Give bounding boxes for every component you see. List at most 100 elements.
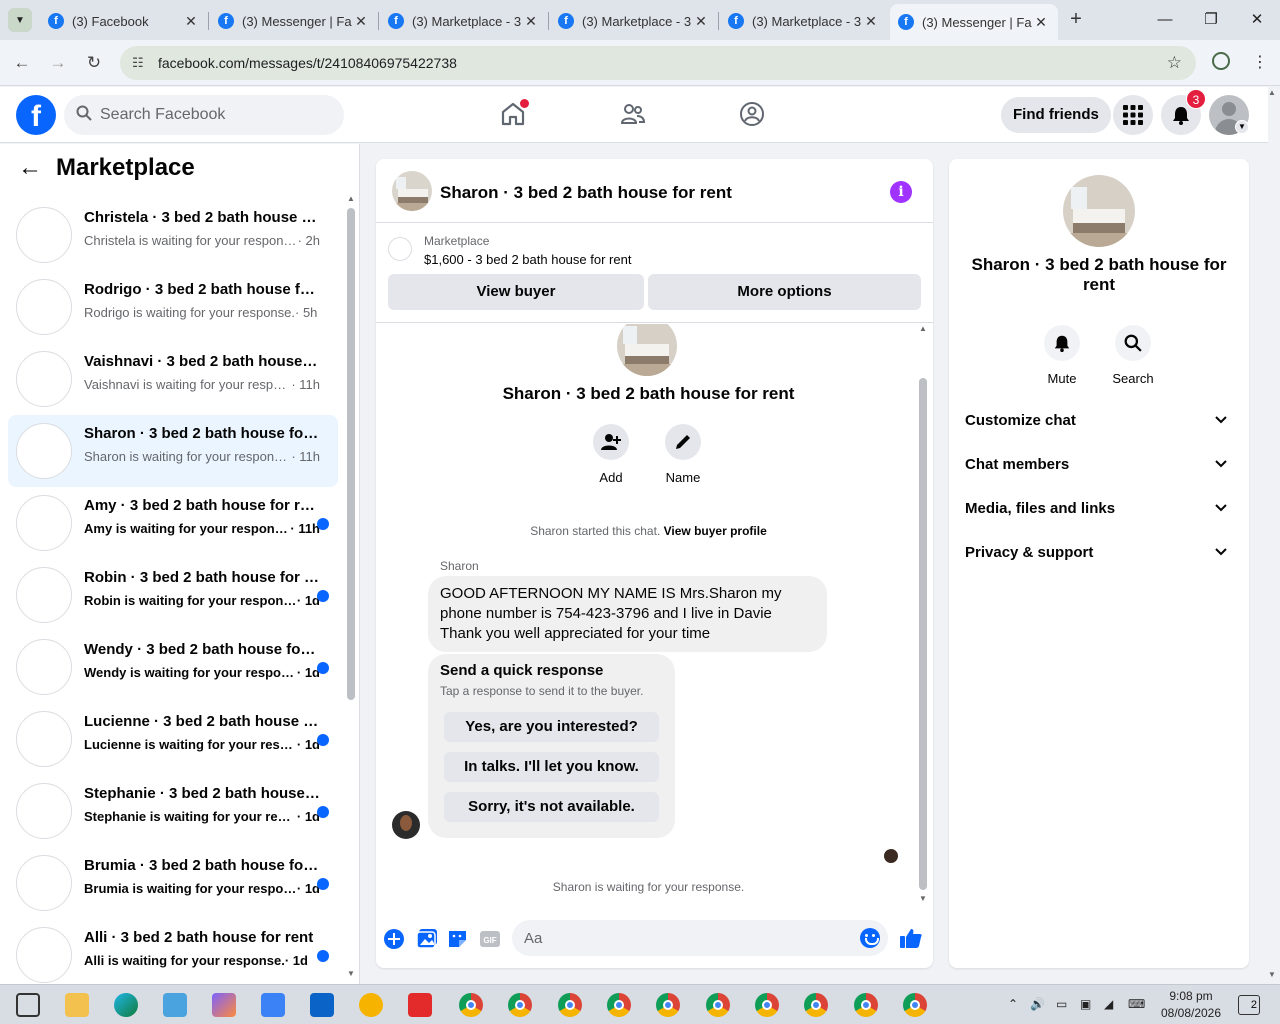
message-scrollbar[interactable] [919, 378, 927, 890]
search-in-chat-button[interactable]: Search [1103, 325, 1163, 386]
sticker-icon[interactable] [447, 928, 469, 950]
reload-icon[interactable]: ↻ [82, 51, 106, 75]
close-tab-icon[interactable]: ✕ [522, 13, 540, 30]
photo-icon[interactable] [416, 928, 438, 950]
chrome-icon[interactable] [459, 993, 483, 1017]
copilot-icon[interactable] [212, 993, 236, 1017]
keyboard-icon[interactable]: ⌨ [1128, 997, 1145, 1011]
groups-icon[interactable] [739, 101, 767, 129]
chat-avatar[interactable] [16, 279, 72, 335]
close-tab-icon[interactable]: ✕ [1032, 14, 1050, 31]
chat-avatar[interactable] [16, 783, 72, 839]
task-view-icon[interactable] [16, 993, 40, 1017]
close-window-icon[interactable]: ✕ [1234, 6, 1280, 34]
store-icon[interactable] [261, 993, 285, 1017]
more-options-button[interactable]: More options [648, 274, 921, 310]
menu-grid-button[interactable] [1113, 95, 1153, 135]
close-tab-icon[interactable]: ✕ [352, 13, 370, 30]
scroll-down-arrow-icon[interactable]: ▼ [919, 894, 927, 903]
chrome-icon[interactable] [508, 993, 532, 1017]
chat-list-item[interactable]: Christela · 3 bed 2 bath house for rent C… [8, 199, 338, 271]
back-arrow-icon[interactable]: ← [10, 51, 34, 75]
chat-list-item[interactable]: Sharon · 3 bed 2 bath house for rent Shar… [8, 415, 338, 487]
chat-list-item[interactable]: Amy · 3 bed 2 bath house for rent Amy is … [8, 487, 338, 559]
chat-avatar[interactable] [16, 711, 72, 767]
chat-list-item[interactable]: Vaishnavi · 3 bed 2 bath house for rent V… [8, 343, 338, 415]
scroll-up-arrow-icon[interactable]: ▲ [347, 194, 355, 203]
chat-list-item[interactable]: Robin · 3 bed 2 bath house for rent Robin… [8, 559, 338, 631]
volume-icon[interactable]: 🔊 [1030, 997, 1045, 1011]
quick-reply-button[interactable]: In talks. I'll let you know. [444, 752, 659, 782]
listing-avatar[interactable] [388, 237, 412, 261]
edit-name-button[interactable]: Name [653, 424, 713, 485]
view-buyer-button[interactable]: View buyer [388, 274, 644, 310]
facebook-logo[interactable]: f [16, 95, 56, 135]
chat-avatar[interactable] [16, 495, 72, 551]
view-buyer-profile-link[interactable]: View buyer profile [664, 524, 767, 538]
browser-profile-icon[interactable] [1212, 52, 1230, 70]
browser-tab[interactable]: f (3) Messenger | Facebook ✕ [210, 6, 378, 36]
browser-menu-icon[interactable]: ⋮ [1252, 52, 1268, 72]
notification-center-icon[interactable]: 2 [1238, 995, 1260, 1015]
chat-avatar[interactable] [16, 567, 72, 623]
chat-list-item[interactable]: Stephanie · 3 bed 2 bath house for rent S… [8, 775, 338, 847]
chrome-icon[interactable] [656, 993, 680, 1017]
browser-tab[interactable]: f (3) Marketplace - 3 bed ✕ [550, 6, 718, 36]
bookmark-star-icon[interactable]: ☆ [1167, 53, 1182, 73]
edge-icon[interactable] [114, 993, 138, 1017]
chat-list-item[interactable]: Lucienne · 3 bed 2 bath house for rent Lu… [8, 703, 338, 775]
incoming-message-bubble[interactable]: GOOD AFTERNOON MY NAME IS Mrs.Sharon my … [428, 576, 827, 652]
chrome-icon[interactable] [854, 993, 878, 1017]
chat-avatar[interactable] [16, 639, 72, 695]
chrome-icon[interactable] [804, 993, 828, 1017]
browser-tab[interactable]: f (3) Marketplace - 3 bed ✕ [380, 6, 548, 36]
emoji-icon[interactable] [860, 928, 880, 948]
conversation-title[interactable]: Sharon · 3 bed 2 bath house for rent [440, 183, 732, 203]
chat-members-section[interactable]: Chat members [957, 444, 1241, 484]
browser-tab-active[interactable]: f (3) Messenger | Facebook ✕ [890, 4, 1058, 40]
quick-reply-button[interactable]: Yes, are you interested? [444, 712, 659, 742]
chevron-down-icon[interactable]: ▼ [1235, 120, 1249, 134]
outlook-icon[interactable] [310, 993, 334, 1017]
wps-icon[interactable] [408, 993, 432, 1017]
privacy-support-section[interactable]: Privacy & support [957, 532, 1241, 572]
listing-description[interactable]: $1,600 - 3 bed 2 bath house for rent [424, 252, 631, 267]
plus-icon[interactable] [383, 928, 405, 950]
friends-icon[interactable] [620, 101, 648, 129]
system-clock[interactable]: 9:08 pm 08/08/2026 [1160, 988, 1222, 1022]
chrome-icon[interactable] [706, 993, 730, 1017]
new-tab-button[interactable]: + [1064, 8, 1088, 32]
camera-icon[interactable]: ▣ [1080, 997, 1091, 1011]
close-tab-icon[interactable]: ✕ [862, 13, 880, 30]
quick-reply-button[interactable]: Sorry, it's not available. [444, 792, 659, 822]
thumbs-up-icon[interactable] [899, 926, 922, 948]
forward-arrow-icon[interactable]: → [46, 51, 70, 75]
page-scroll-down-icon[interactable]: ▼ [1268, 970, 1276, 979]
find-friends-button[interactable]: Find friends [1001, 97, 1111, 133]
scroll-down-arrow-icon[interactable]: ▼ [347, 969, 355, 978]
url-text[interactable]: facebook.com/messages/t/2410840697542273… [158, 55, 457, 71]
message-input[interactable] [512, 920, 888, 956]
chrome-icon[interactable] [607, 993, 631, 1017]
chat-avatar[interactable] [16, 351, 72, 407]
chat-avatar[interactable] [16, 423, 72, 479]
minimize-window-icon[interactable]: — [1142, 6, 1188, 34]
chrome-icon[interactable] [903, 993, 927, 1017]
browser-tab[interactable]: f (3) Marketplace - 3 bed ✕ [720, 6, 888, 36]
sender-avatar[interactable] [392, 811, 420, 839]
close-tab-icon[interactable]: ✕ [182, 13, 200, 30]
scroll-up-arrow-icon[interactable]: ▲ [919, 324, 927, 333]
add-people-button[interactable]: Add [581, 424, 641, 485]
site-info-icon[interactable]: ☷ [132, 55, 152, 71]
sidebar-scrollbar[interactable] [347, 208, 355, 700]
close-tab-icon[interactable]: ✕ [692, 13, 710, 30]
customize-chat-section[interactable]: Customize chat [957, 400, 1241, 440]
address-bar[interactable]: ☷ facebook.com/messages/t/24108406975422… [120, 46, 1196, 80]
facebook-search[interactable] [64, 95, 344, 135]
paint-icon[interactable] [163, 993, 187, 1017]
file-explorer-icon[interactable] [65, 993, 89, 1017]
xbox-icon[interactable] [359, 993, 383, 1017]
chat-list-item[interactable]: Wendy · 3 bed 2 bath house for rent Wendy… [8, 631, 338, 703]
tab-search-button[interactable]: ▼ [8, 8, 32, 32]
wifi-icon[interactable]: ◢ [1104, 997, 1113, 1011]
